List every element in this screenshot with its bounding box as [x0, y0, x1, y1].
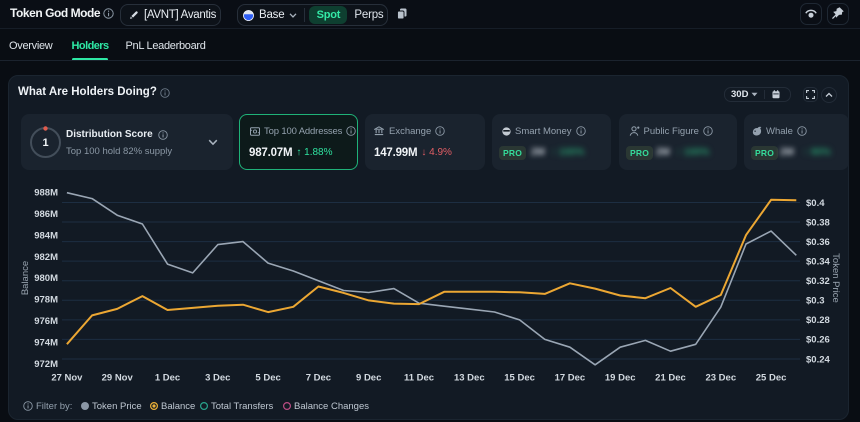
svg-text:$0.34: $0.34	[806, 257, 830, 268]
svg-text:27 Nov: 27 Nov	[51, 373, 83, 384]
svg-text:$0.28: $0.28	[806, 315, 830, 326]
svg-text:$0.32: $0.32	[806, 276, 830, 287]
svg-text:980M: 980M	[34, 273, 58, 284]
svg-text:$0.4: $0.4	[806, 198, 825, 209]
svg-text:19 Dec: 19 Dec	[605, 373, 636, 384]
svg-text:972M: 972M	[34, 359, 58, 370]
svg-text:3 Dec: 3 Dec	[205, 373, 230, 384]
svg-text:976M: 976M	[34, 316, 58, 327]
svg-text:5 Dec: 5 Dec	[255, 373, 280, 384]
svg-text:986M: 986M	[34, 209, 58, 220]
svg-text:978M: 978M	[34, 295, 58, 306]
svg-text:974M: 974M	[34, 337, 58, 348]
svg-text:29 Nov: 29 Nov	[102, 373, 134, 384]
svg-text:23 Dec: 23 Dec	[705, 373, 736, 384]
svg-text:9 Dec: 9 Dec	[356, 373, 381, 384]
svg-text:1 Dec: 1 Dec	[155, 373, 180, 384]
svg-text:982M: 982M	[34, 252, 58, 263]
svg-text:21 Dec: 21 Dec	[655, 373, 686, 384]
svg-text:13 Dec: 13 Dec	[454, 373, 485, 384]
svg-text:15 Dec: 15 Dec	[504, 373, 535, 384]
svg-text:$0.24: $0.24	[806, 354, 830, 365]
svg-text:25 Dec: 25 Dec	[756, 373, 787, 384]
svg-text:17 Dec: 17 Dec	[555, 373, 586, 384]
svg-text:7 Dec: 7 Dec	[306, 373, 331, 384]
svg-text:$0.38: $0.38	[806, 217, 830, 228]
svg-text:11 Dec: 11 Dec	[404, 373, 434, 384]
svg-text:984M: 984M	[34, 230, 58, 241]
svg-text:$0.36: $0.36	[806, 237, 830, 248]
svg-text:$0.26: $0.26	[806, 335, 830, 346]
svg-text:988M: 988M	[34, 188, 58, 199]
svg-text:Token Price: Token Price	[830, 253, 841, 303]
svg-text:$0.3: $0.3	[806, 296, 825, 307]
svg-text:Balance: Balance	[20, 261, 31, 295]
